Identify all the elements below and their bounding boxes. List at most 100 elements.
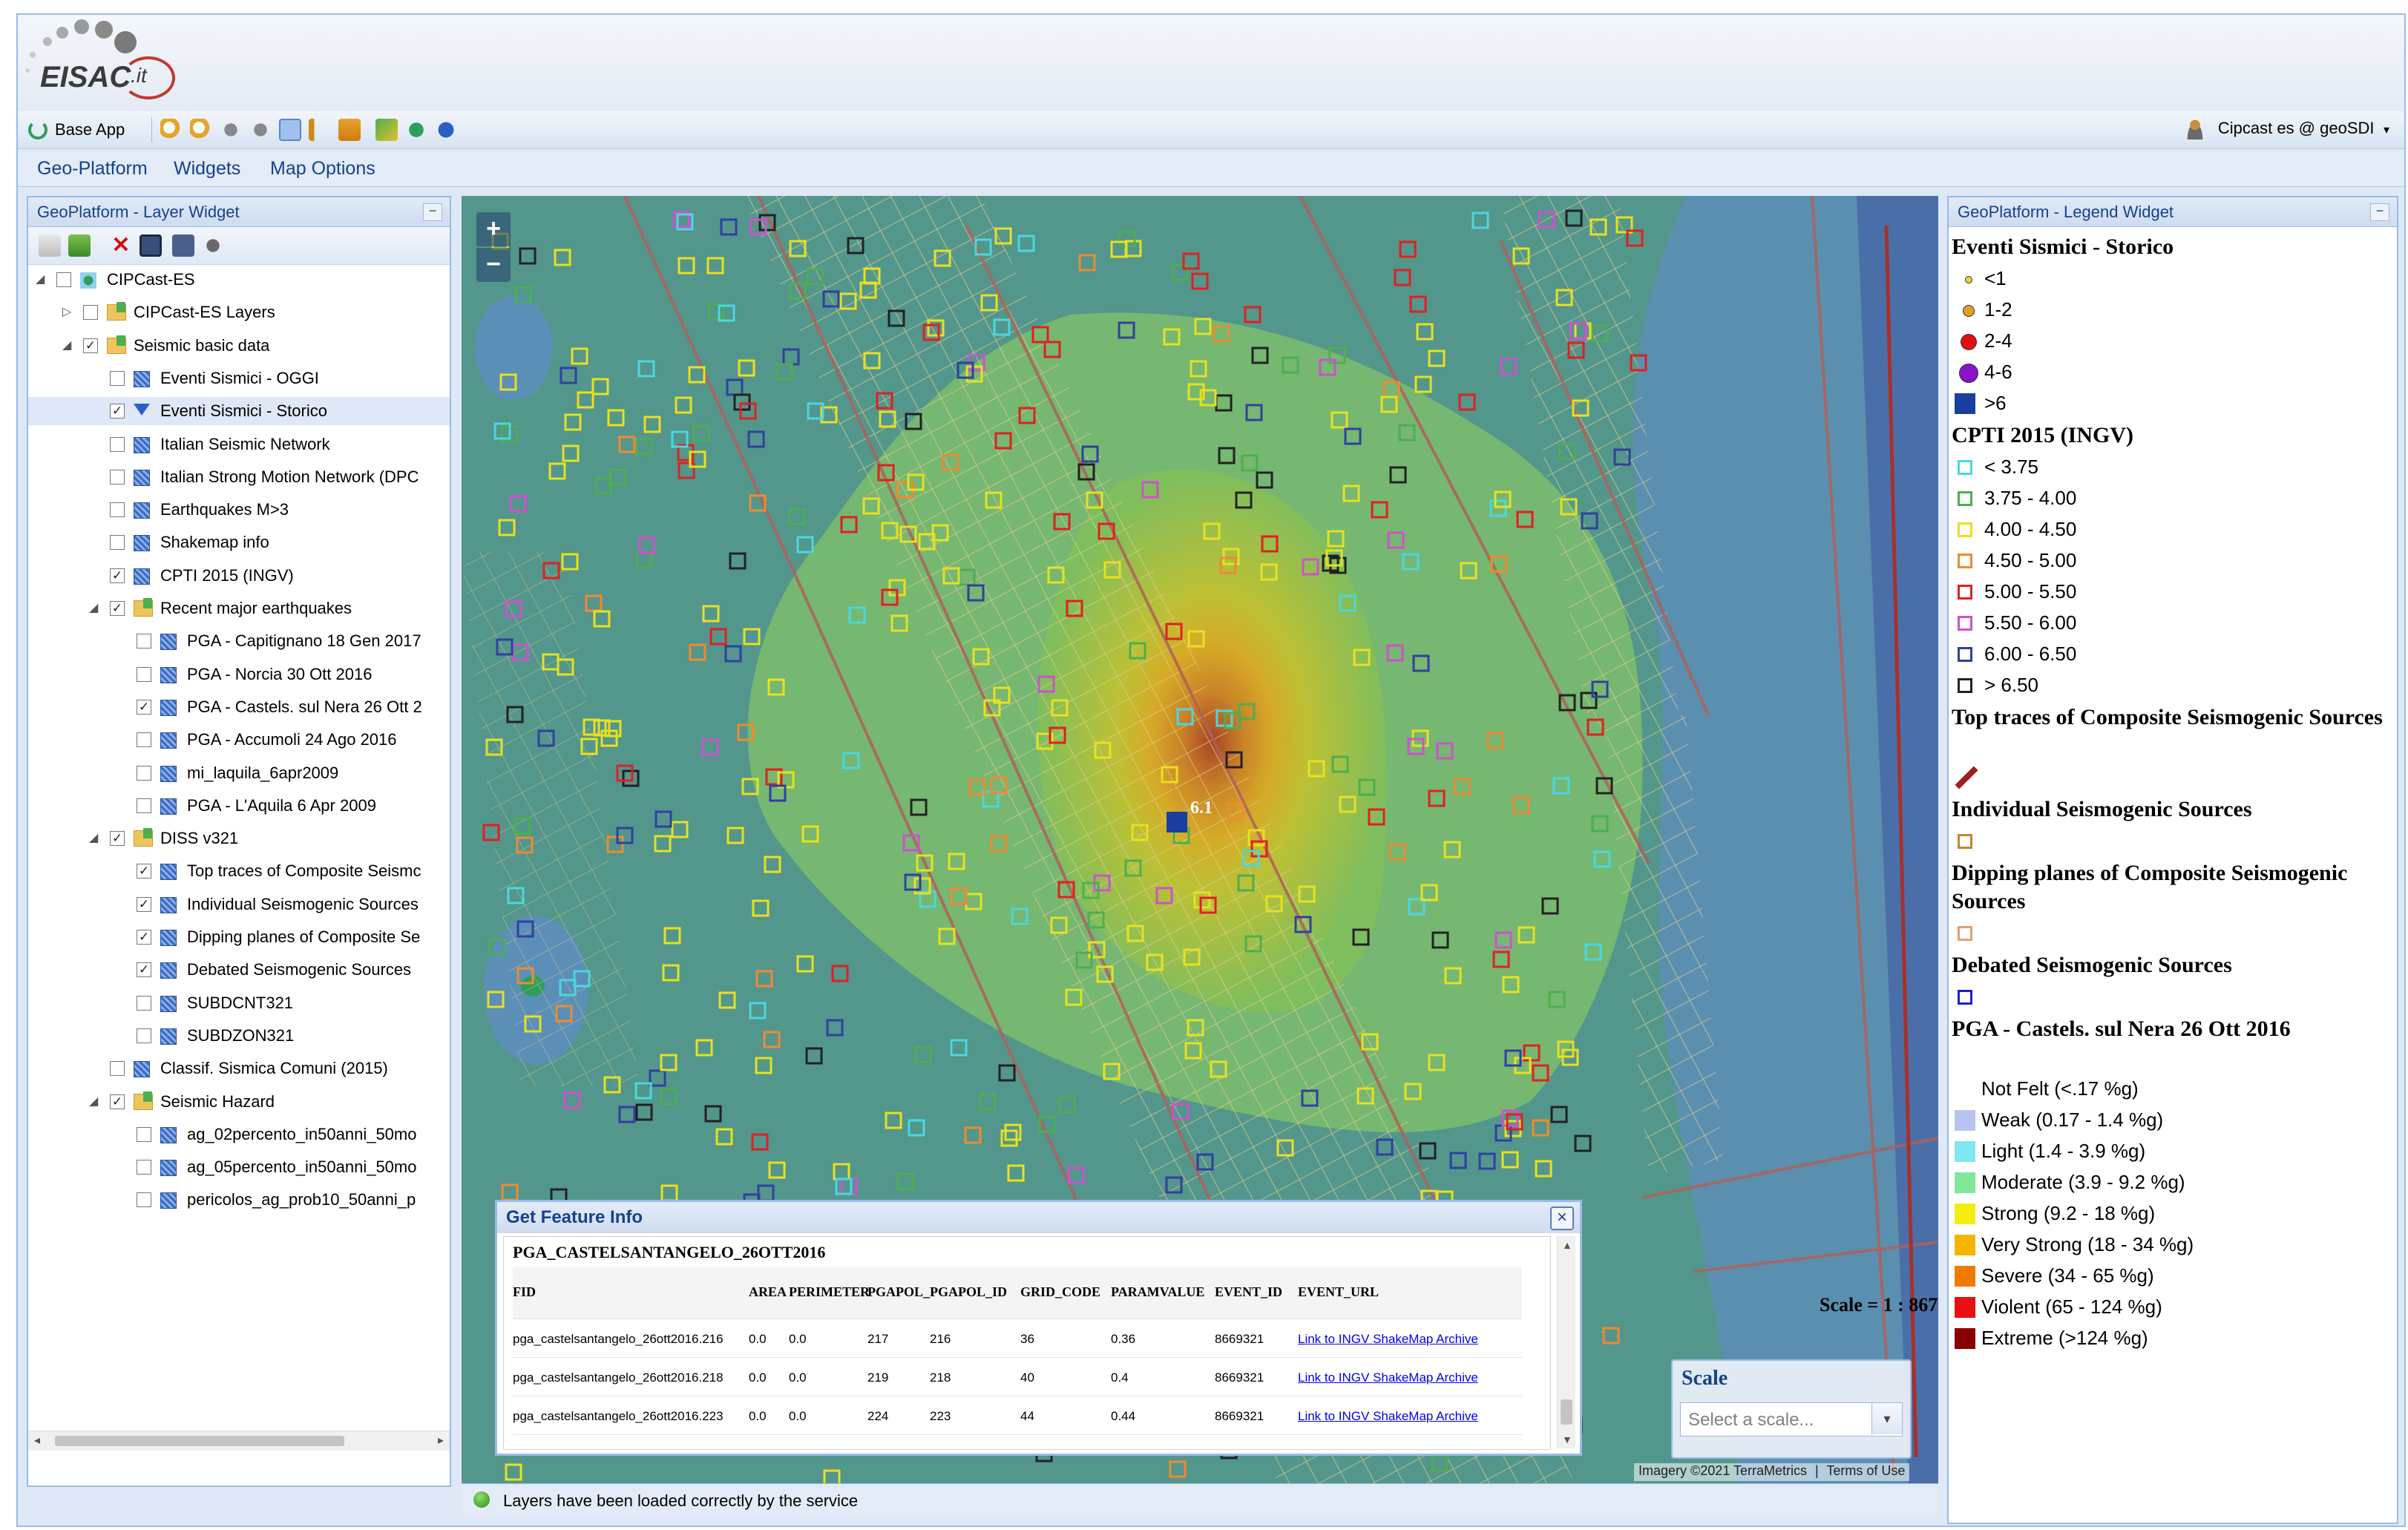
layer-checkbox[interactable] (137, 1192, 151, 1208)
menu-geo-platform[interactable]: Geo-Platform (37, 158, 148, 180)
layer-tree-row[interactable]: Eventi Sismici - OGGI (28, 364, 450, 393)
layer-tree-row[interactable]: Italian Seismic Network (28, 430, 450, 459)
layer-checkbox[interactable] (137, 995, 151, 1011)
layer-checkbox[interactable] (110, 535, 125, 551)
layer-tree-row[interactable]: ✓ Eventi Sismici - Storico (28, 397, 450, 426)
layer-checkbox[interactable] (56, 272, 71, 287)
event-url-link[interactable]: Link to INGV ShakeMap Archive (1298, 1332, 1478, 1347)
expand-down-icon[interactable]: ◢ (89, 824, 98, 853)
layer-tree-row[interactable]: ◢ ✓ Recent major earthquakes (28, 594, 450, 623)
layer-checkbox[interactable]: ✓ (110, 404, 125, 419)
layer-tree-row[interactable]: PGA - Capitignano 18 Gen 2017 (28, 627, 450, 655)
layer-checkbox[interactable] (110, 502, 125, 518)
layer-tree-row[interactable]: Classif. Sismica Comuni (2015) (28, 1054, 450, 1083)
layer-tree-row[interactable]: Italian Strong Motion Network (DPC (28, 463, 450, 491)
close-icon[interactable]: × (1550, 1206, 1574, 1230)
info-icon[interactable] (279, 119, 301, 141)
feature-info-scrollbar[interactable]: ▲ ▼ (1557, 1236, 1575, 1448)
main-event-marker[interactable] (1167, 812, 1187, 833)
scrollbar-thumb[interactable] (55, 1436, 344, 1446)
layer-checkbox[interactable]: ✓ (137, 699, 151, 715)
layer-checkbox[interactable] (137, 732, 151, 748)
layer-checkbox[interactable] (137, 798, 151, 813)
layer-tree-row[interactable]: Earthquakes M>3 (28, 496, 450, 524)
geocoding-icon[interactable] (405, 119, 427, 141)
expand-right-icon[interactable]: ▷ (62, 298, 71, 326)
event-url-link[interactable]: Link to INGV ShakeMap Archive (1298, 1370, 1478, 1385)
event-url-link[interactable]: Link to INGV ShakeMap Archive (1298, 1409, 1478, 1424)
add-folder-icon[interactable] (68, 234, 91, 257)
layer-tree-row[interactable]: ✓ Individual Seismogenic Sources (28, 890, 450, 919)
layer-checkbox[interactable] (110, 1061, 125, 1077)
expand-down-icon[interactable]: ◢ (89, 594, 98, 623)
layer-checkbox[interactable]: ✓ (137, 864, 151, 879)
layer-checkbox[interactable]: ✓ (137, 930, 151, 945)
3d-globe-icon[interactable] (435, 119, 457, 141)
zoom-extent-icon[interactable] (249, 119, 272, 141)
layer-checkbox[interactable] (137, 666, 151, 682)
layer-tree-row[interactable]: SUBDCNT321 (28, 989, 450, 1017)
layer-checkbox[interactable] (137, 1126, 151, 1142)
dropdown-arrow-icon[interactable]: ▾ (1871, 1403, 1902, 1434)
layer-tree-row[interactable]: ▷ CIPCast-ES Layers (28, 298, 450, 326)
tree-scrollbar[interactable]: ◂ ▸ (28, 1431, 450, 1451)
layer-checkbox[interactable] (137, 634, 151, 649)
layer-tree-row[interactable]: mi_laquila_6apr2009 (28, 759, 450, 787)
layer-tree-row[interactable]: Shakemap info (28, 528, 450, 556)
layer-checkbox[interactable]: ✓ (110, 1094, 125, 1109)
layer-tree-row[interactable]: PGA - Norcia 30 Ott 2016 (28, 660, 450, 689)
layer-tree-row[interactable]: ag_02percento_in50anni_50mo (28, 1120, 450, 1149)
layer-tree-row[interactable]: ✓ CPTI 2015 (INGV) (28, 562, 450, 590)
layer-tree-row[interactable]: ag_05percento_in50anni_50mo (28, 1153, 450, 1181)
layer-tree-row[interactable]: ◢ ✓ Seismic Hazard (28, 1088, 450, 1116)
layer-tree-row[interactable]: ✓ Debated Seismogenic Sources (28, 956, 450, 984)
layer-checkbox[interactable] (137, 1160, 151, 1175)
measure-area-icon[interactable] (338, 119, 361, 141)
zoom-in-icon[interactable] (160, 119, 183, 141)
scale-select[interactable]: Select a scale... ▾ (1680, 1402, 1903, 1437)
scrollbar-thumb[interactable] (1561, 1399, 1572, 1425)
layer-tree-row[interactable]: pericolos_ag_prob10_50anni_p (28, 1186, 450, 1214)
layer-tree-row[interactable]: ◢ ✓ Seismic basic data (28, 332, 450, 360)
add-layer-icon[interactable] (39, 234, 61, 257)
print-icon[interactable] (375, 119, 398, 141)
pan-icon[interactable] (220, 119, 242, 141)
zoom-out-icon[interactable] (190, 119, 212, 141)
layer-checkbox[interactable] (83, 305, 98, 321)
layer-tree-row[interactable]: ✓ Top traces of Composite Seismc (28, 857, 450, 885)
layer-checkbox[interactable] (110, 469, 125, 485)
measure-icon[interactable] (309, 119, 331, 141)
layer-checkbox[interactable]: ✓ (137, 962, 151, 978)
layer-tree-row[interactable]: PGA - Accumoli 24 Ago 2016 (28, 726, 450, 754)
layer-tree-row[interactable]: ✓ PGA - Castels. sul Nera 26 Ott 2 (28, 693, 450, 721)
layer-checkbox[interactable] (110, 370, 125, 386)
layer-tree-row[interactable]: ✓ Dipping planes of Composite Se (28, 923, 450, 951)
expand-down-icon[interactable]: ◢ (36, 266, 45, 294)
layer-checkbox[interactable] (137, 765, 151, 781)
menu-widgets[interactable]: Widgets (174, 158, 240, 180)
layer-checkbox[interactable] (137, 1028, 151, 1043)
expand-down-icon[interactable]: ◢ (89, 1088, 98, 1116)
layer-checkbox[interactable]: ✓ (110, 831, 125, 847)
save-icon[interactable] (140, 234, 162, 257)
delete-icon[interactable]: ✕ (110, 234, 132, 257)
layer-checkbox[interactable] (110, 436, 125, 452)
layer-checkbox[interactable]: ✓ (137, 896, 151, 912)
menu-map-options[interactable]: Map Options (270, 158, 375, 180)
refresh-layers-icon[interactable] (202, 234, 224, 257)
layer-tree-row[interactable]: SUBDZON321 (28, 1022, 450, 1050)
layer-tree-row[interactable]: ◢ CIPCast-ES (28, 266, 450, 294)
user-menu[interactable]: Cipcast es @ geoSDI ▾ (2185, 119, 2389, 141)
zoom-out-button[interactable]: − (476, 248, 511, 282)
terms-of-use-link[interactable]: Terms of Use (1826, 1463, 1905, 1478)
layer-checkbox[interactable]: ✓ (110, 601, 125, 616)
collapse-icon[interactable]: − (2370, 203, 2389, 221)
layer-checkbox[interactable]: ✓ (83, 338, 98, 353)
layer-tree-row[interactable]: ◢ ✓ DISS v321 (28, 824, 450, 853)
collapse-icon[interactable]: − (423, 203, 442, 221)
layer-tree-row[interactable]: PGA - L'Aquila 6 Apr 2009 (28, 792, 450, 820)
zoom-in-button[interactable]: + (476, 212, 511, 246)
expand-down-icon[interactable]: ◢ (62, 332, 71, 360)
layer-checkbox[interactable]: ✓ (110, 568, 125, 583)
export-icon[interactable] (172, 234, 194, 257)
